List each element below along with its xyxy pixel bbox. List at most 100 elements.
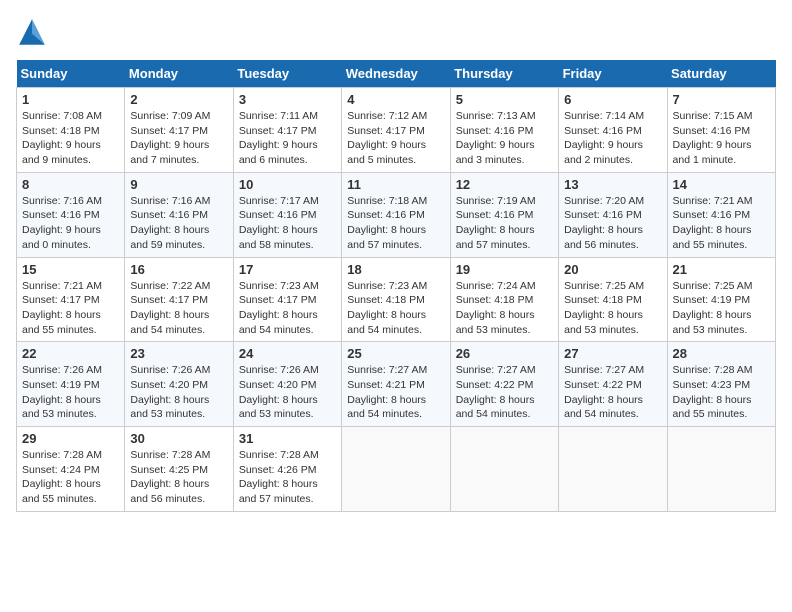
day-number: 10 — [239, 177, 336, 192]
day-info: Sunrise: 7:26 AMSunset: 4:20 PMDaylight:… — [130, 363, 227, 422]
day-number: 3 — [239, 92, 336, 107]
calendar-cell: 22 Sunrise: 7:26 AMSunset: 4:19 PMDayligh… — [17, 342, 125, 427]
calendar-cell: 7 Sunrise: 7:15 AMSunset: 4:16 PMDaylight… — [667, 88, 775, 173]
day-info: Sunrise: 7:26 AMSunset: 4:20 PMDaylight:… — [239, 363, 336, 422]
calendar-cell: 20Sunrise: 7:25 AMSunset: 4:18 PMDayligh… — [559, 257, 667, 342]
day-number: 26 — [456, 346, 553, 361]
calendar-cell: 14 Sunrise: 7:21 AMSunset: 4:16 PMDayligh… — [667, 172, 775, 257]
day-info: Sunrise: 7:15 AMSunset: 4:16 PMDaylight:… — [673, 109, 770, 168]
calendar-cell: 4 Sunrise: 7:12 AMSunset: 4:17 PMDaylight… — [342, 88, 450, 173]
day-info: Sunrise: 7:27 AMSunset: 4:22 PMDaylight:… — [564, 363, 661, 422]
day-number: 1 — [22, 92, 119, 107]
column-header-wednesday: Wednesday — [342, 60, 450, 88]
calendar-cell — [342, 427, 450, 512]
day-number: 31 — [239, 431, 336, 446]
day-info: Sunrise: 7:18 AMSunset: 4:16 PMDaylight:… — [347, 194, 444, 253]
calendar-cell: 13 Sunrise: 7:20 AMSunset: 4:16 PMDayligh… — [559, 172, 667, 257]
calendar-cell: 31 Sunrise: 7:28 AMSunset: 4:26 PMDayligh… — [233, 427, 341, 512]
day-info: Sunrise: 7:28 AMSunset: 4:26 PMDaylight:… — [239, 448, 336, 507]
calendar-cell: 2 Sunrise: 7:09 AMSunset: 4:17 PMDaylight… — [125, 88, 233, 173]
day-info: Sunrise: 7:23 AMSunset: 4:17 PMDaylight:… — [239, 279, 336, 338]
logo-icon — [16, 16, 48, 48]
column-header-sunday: Sunday — [17, 60, 125, 88]
day-number: 16 — [130, 262, 227, 277]
day-number: 17 — [239, 262, 336, 277]
calendar-cell: 10 Sunrise: 7:17 AMSunset: 4:16 PMDayligh… — [233, 172, 341, 257]
day-info: Sunrise: 7:23 AMSunset: 4:18 PMDaylight:… — [347, 279, 444, 338]
day-number: 2 — [130, 92, 227, 107]
day-number: 30 — [130, 431, 227, 446]
day-number: 4 — [347, 92, 444, 107]
logo — [16, 16, 52, 48]
day-number: 21 — [673, 262, 770, 277]
calendar-table: SundayMondayTuesdayWednesdayThursdayFrid… — [16, 60, 776, 512]
day-info: Sunrise: 7:26 AMSunset: 4:19 PMDaylight:… — [22, 363, 119, 422]
calendar-cell: 24 Sunrise: 7:26 AMSunset: 4:20 PMDayligh… — [233, 342, 341, 427]
day-number: 7 — [673, 92, 770, 107]
calendar-cell: 8 Sunrise: 7:16 AMSunset: 4:16 PMDaylight… — [17, 172, 125, 257]
calendar-body: 1 Sunrise: 7:08 AMSunset: 4:18 PMDaylight… — [17, 88, 776, 512]
calendar-cell: 3 Sunrise: 7:11 AMSunset: 4:17 PMDaylight… — [233, 88, 341, 173]
day-number: 14 — [673, 177, 770, 192]
day-number: 19 — [456, 262, 553, 277]
column-header-saturday: Saturday — [667, 60, 775, 88]
day-info: Sunrise: 7:12 AMSunset: 4:17 PMDaylight:… — [347, 109, 444, 168]
day-info: Sunrise: 7:22 AMSunset: 4:17 PMDaylight:… — [130, 279, 227, 338]
day-number: 24 — [239, 346, 336, 361]
day-number: 15 — [22, 262, 119, 277]
calendar-cell: 18Sunrise: 7:23 AMSunset: 4:18 PMDayligh… — [342, 257, 450, 342]
calendar-cell: 27 Sunrise: 7:27 AMSunset: 4:22 PMDayligh… — [559, 342, 667, 427]
day-number: 8 — [22, 177, 119, 192]
day-info: Sunrise: 7:11 AMSunset: 4:17 PMDaylight:… — [239, 109, 336, 168]
day-info: Sunrise: 7:25 AMSunset: 4:18 PMDaylight:… — [564, 279, 661, 338]
day-number: 9 — [130, 177, 227, 192]
calendar-cell — [559, 427, 667, 512]
calendar-cell: 6 Sunrise: 7:14 AMSunset: 4:16 PMDaylight… — [559, 88, 667, 173]
day-number: 28 — [673, 346, 770, 361]
week-row-5: 29Sunrise: 7:28 AMSunset: 4:24 PMDayligh… — [17, 427, 776, 512]
day-number: 12 — [456, 177, 553, 192]
day-info: Sunrise: 7:13 AMSunset: 4:16 PMDaylight:… — [456, 109, 553, 168]
day-info: Sunrise: 7:16 AMSunset: 4:16 PMDaylight:… — [22, 194, 119, 253]
day-number: 25 — [347, 346, 444, 361]
calendar-cell — [450, 427, 558, 512]
column-header-thursday: Thursday — [450, 60, 558, 88]
day-info: Sunrise: 7:21 AMSunset: 4:16 PMDaylight:… — [673, 194, 770, 253]
calendar-cell: 17 Sunrise: 7:23 AMSunset: 4:17 PMDayligh… — [233, 257, 341, 342]
day-info: Sunrise: 7:17 AMSunset: 4:16 PMDaylight:… — [239, 194, 336, 253]
day-info: Sunrise: 7:14 AMSunset: 4:16 PMDaylight:… — [564, 109, 661, 168]
column-header-monday: Monday — [125, 60, 233, 88]
day-info: Sunrise: 7:16 AMSunset: 4:16 PMDaylight:… — [130, 194, 227, 253]
day-number: 6 — [564, 92, 661, 107]
calendar-cell: 29Sunrise: 7:28 AMSunset: 4:24 PMDayligh… — [17, 427, 125, 512]
day-number: 13 — [564, 177, 661, 192]
calendar-cell: 12Sunrise: 7:19 AMSunset: 4:16 PMDayligh… — [450, 172, 558, 257]
calendar-cell: 26 Sunrise: 7:27 AMSunset: 4:22 PMDayligh… — [450, 342, 558, 427]
day-number: 27 — [564, 346, 661, 361]
week-row-3: 15 Sunrise: 7:21 AMSunset: 4:17 PMDayligh… — [17, 257, 776, 342]
calendar-cell: 16 Sunrise: 7:22 AMSunset: 4:17 PMDayligh… — [125, 257, 233, 342]
week-row-4: 22 Sunrise: 7:26 AMSunset: 4:19 PMDayligh… — [17, 342, 776, 427]
calendar-cell: 1 Sunrise: 7:08 AMSunset: 4:18 PMDaylight… — [17, 88, 125, 173]
calendar-cell: 9 Sunrise: 7:16 AMSunset: 4:16 PMDaylight… — [125, 172, 233, 257]
calendar-cell: 5 Sunrise: 7:13 AMSunset: 4:16 PMDaylight… — [450, 88, 558, 173]
day-number: 5 — [456, 92, 553, 107]
page-header — [16, 16, 776, 48]
calendar-header-row: SundayMondayTuesdayWednesdayThursdayFrid… — [17, 60, 776, 88]
day-info: Sunrise: 7:25 AMSunset: 4:19 PMDaylight:… — [673, 279, 770, 338]
day-info: Sunrise: 7:27 AMSunset: 4:22 PMDaylight:… — [456, 363, 553, 422]
day-info: Sunrise: 7:20 AMSunset: 4:16 PMDaylight:… — [564, 194, 661, 253]
day-info: Sunrise: 7:08 AMSunset: 4:18 PMDaylight:… — [22, 109, 119, 168]
calendar-cell: 19 Sunrise: 7:24 AMSunset: 4:18 PMDayligh… — [450, 257, 558, 342]
calendar-cell: 21 Sunrise: 7:25 AMSunset: 4:19 PMDayligh… — [667, 257, 775, 342]
calendar-cell: 15 Sunrise: 7:21 AMSunset: 4:17 PMDayligh… — [17, 257, 125, 342]
day-info: Sunrise: 7:21 AMSunset: 4:17 PMDaylight:… — [22, 279, 119, 338]
week-row-1: 1 Sunrise: 7:08 AMSunset: 4:18 PMDaylight… — [17, 88, 776, 173]
day-info: Sunrise: 7:09 AMSunset: 4:17 PMDaylight:… — [130, 109, 227, 168]
day-number: 22 — [22, 346, 119, 361]
day-info: Sunrise: 7:24 AMSunset: 4:18 PMDaylight:… — [456, 279, 553, 338]
day-info: Sunrise: 7:28 AMSunset: 4:23 PMDaylight:… — [673, 363, 770, 422]
day-number: 23 — [130, 346, 227, 361]
day-info: Sunrise: 7:27 AMSunset: 4:21 PMDaylight:… — [347, 363, 444, 422]
week-row-2: 8 Sunrise: 7:16 AMSunset: 4:16 PMDaylight… — [17, 172, 776, 257]
